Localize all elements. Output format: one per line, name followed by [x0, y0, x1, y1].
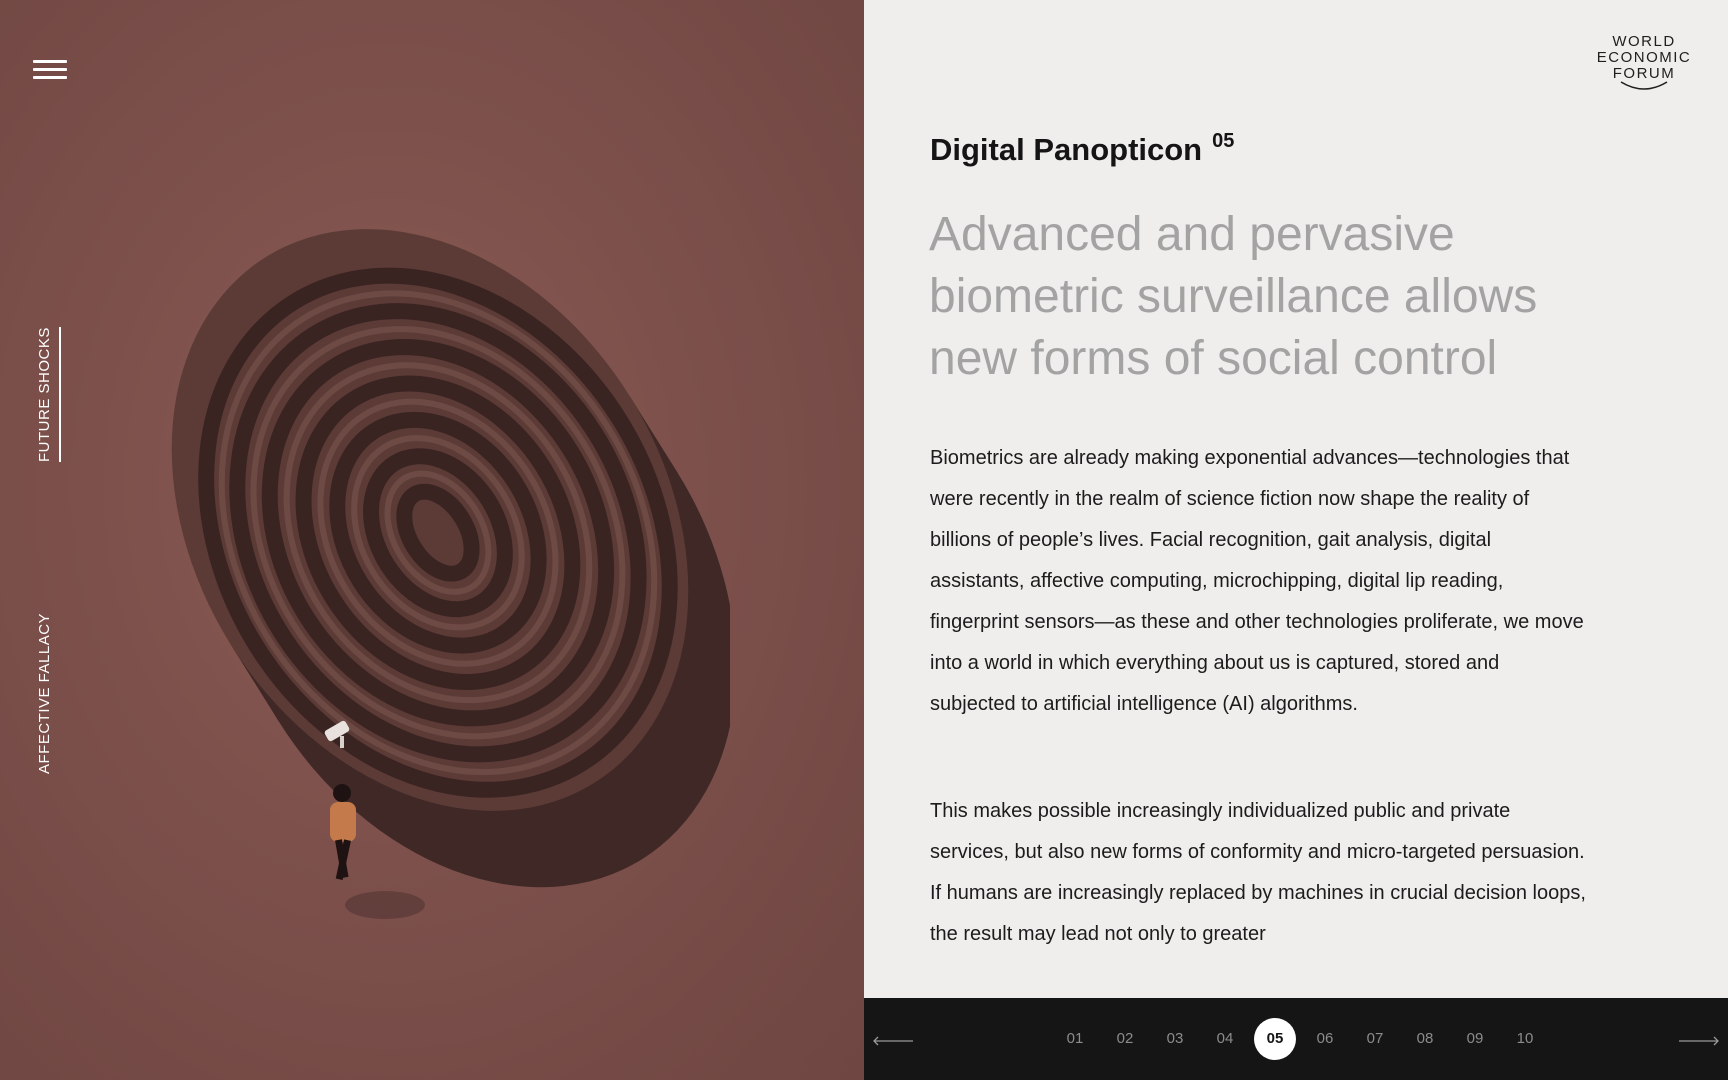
page-link-04[interactable]: 04 — [1200, 1018, 1250, 1060]
article-paragraph-2: This makes possible increasingly individ… — [930, 800, 1586, 945]
page-link-05-active[interactable]: 05 — [1254, 1018, 1296, 1060]
section-link-affective-fallacy[interactable]: AFFECTIVE FALLACY — [36, 613, 53, 774]
logo-line-2: ECONOMIC — [1596, 49, 1692, 66]
illustration-panel: FUTURE SHOCKS AFFECTIVE FALLACY — [0, 0, 864, 1080]
article-paragraph-1: Biometrics are already making exponentia… — [930, 447, 1584, 715]
fingerprint-maze-illustration — [171, 229, 730, 919]
logo-line-3: FORUM — [1612, 65, 1676, 82]
page-link-01[interactable]: 01 — [1050, 1018, 1100, 1060]
arrow-left-icon[interactable] — [872, 1036, 914, 1046]
wef-logo[interactable]: WORLD ECONOMIC FORUM — [1592, 34, 1696, 92]
logo-line-1: WORLD — [1612, 33, 1676, 50]
article-headline: Advanced and pervasive biometric surveil… — [929, 208, 1538, 385]
page-link-07[interactable]: 07 — [1350, 1018, 1400, 1060]
page-link-10[interactable]: 10 — [1500, 1018, 1550, 1060]
page-link-06[interactable]: 06 — [1300, 1018, 1350, 1060]
pagination-bar: 01 02 03 04 05 06 07 08 09 10 — [864, 998, 1728, 1080]
article-number: 05 — [1212, 130, 1235, 152]
page-link-02[interactable]: 02 — [1100, 1018, 1150, 1060]
arrow-right-icon[interactable] — [1678, 1036, 1720, 1046]
section-link-future-shocks[interactable]: FUTURE SHOCKS — [36, 327, 61, 462]
article-panel: WORLD ECONOMIC FORUM Digital Panopticon … — [864, 0, 1728, 998]
page-list: 01 02 03 04 05 06 07 08 09 10 — [1050, 1018, 1550, 1060]
page-link-03[interactable]: 03 — [1150, 1018, 1200, 1060]
page-link-09[interactable]: 09 — [1450, 1018, 1500, 1060]
article-title-row: Digital Panopticon 05 — [930, 130, 1235, 168]
page-link-08[interactable]: 08 — [1400, 1018, 1450, 1060]
hamburger-menu-icon[interactable] — [33, 60, 67, 80]
article-title: Digital Panopticon — [930, 132, 1203, 167]
